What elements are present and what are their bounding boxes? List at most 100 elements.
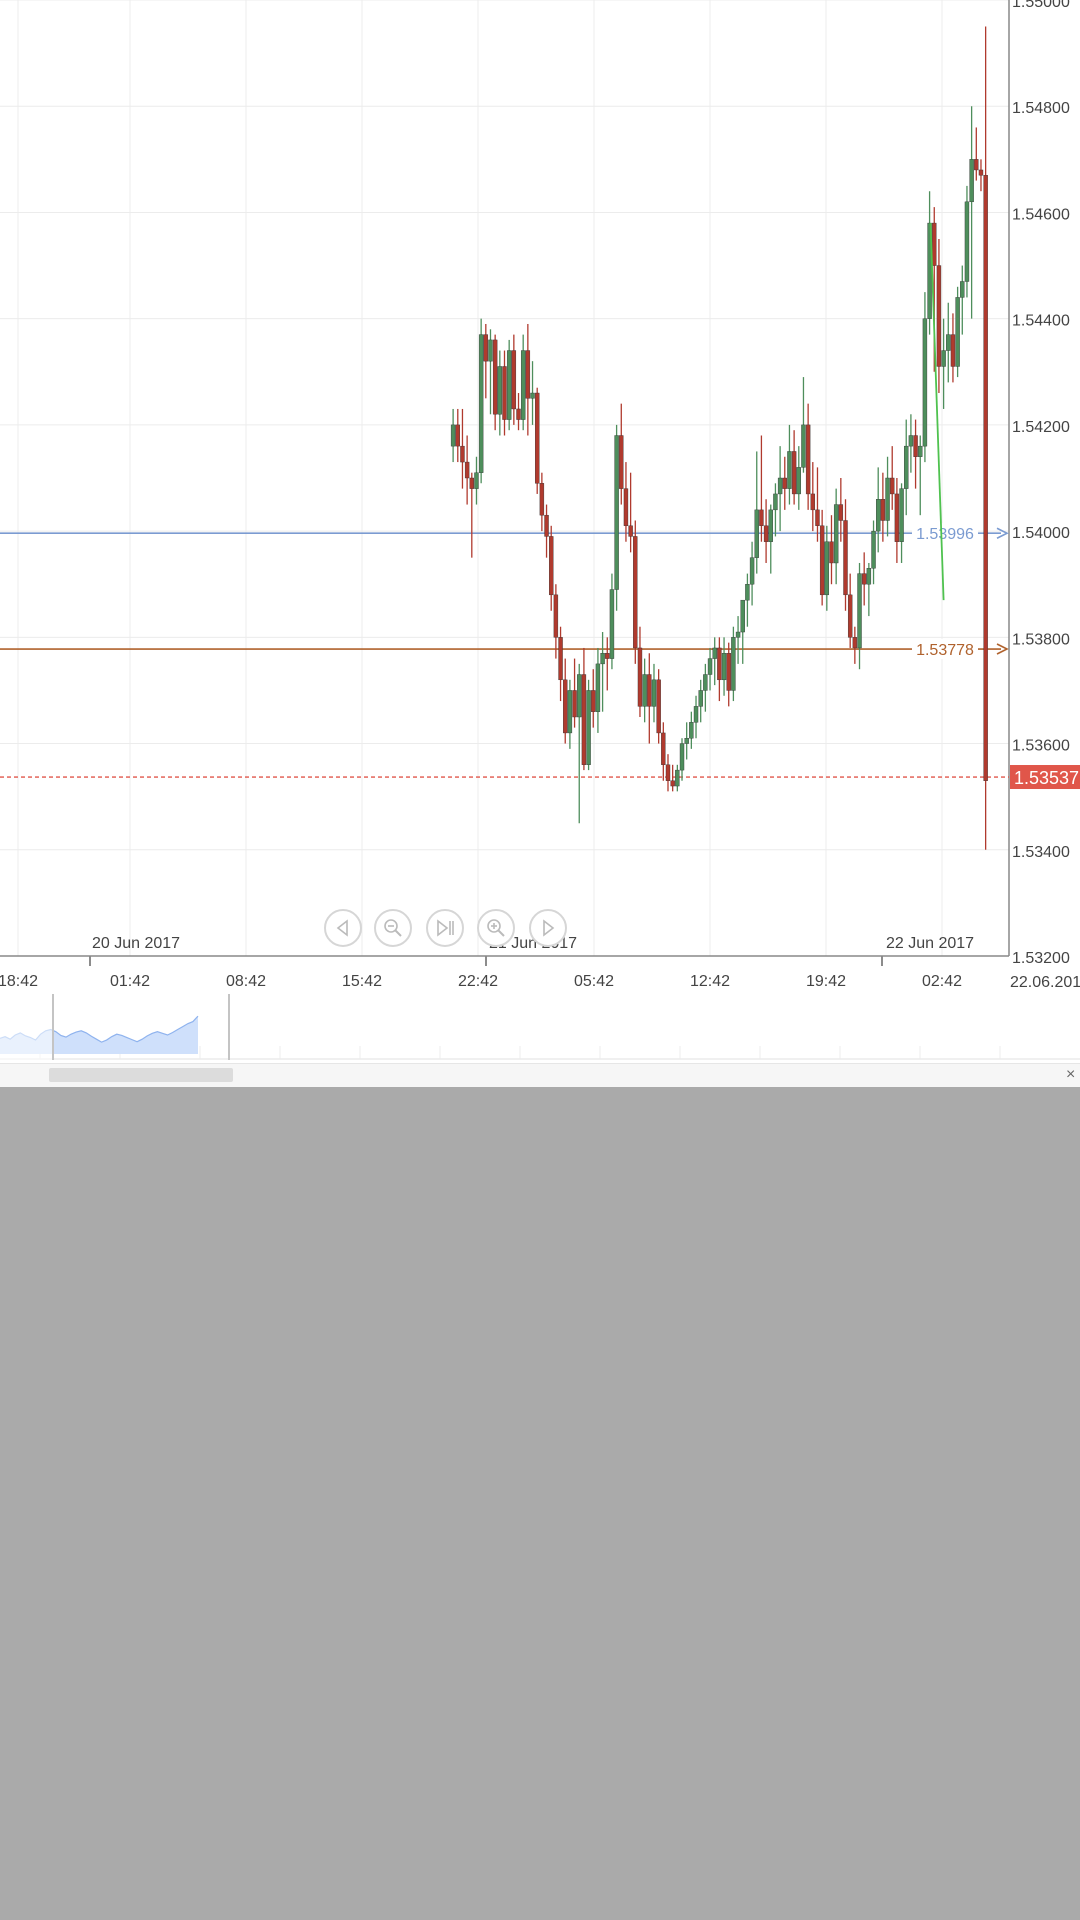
current-price-label: 1.53537 <box>1014 768 1079 788</box>
scroll-right-button[interactable] <box>529 909 567 947</box>
candle-body <box>506 350 512 420</box>
scrollbar-thumb[interactable] <box>49 1068 233 1082</box>
candle-body <box>782 477 787 489</box>
candle-body <box>478 334 484 473</box>
price-tick-label: 1.54600 <box>1012 206 1070 223</box>
candle-body <box>717 647 722 681</box>
candle-body <box>861 573 867 585</box>
price-chart[interactable]: 1.53200 1.53400 1.53600 1.53800 1.54000 1.542… <box>0 0 1080 994</box>
candle-body <box>833 504 839 564</box>
candle-body <box>633 536 638 649</box>
current-date-label: 22.06.2017 <box>1010 974 1080 991</box>
candle-body <box>572 690 577 718</box>
candle-body <box>787 451 792 489</box>
candle-body <box>563 679 568 734</box>
candle-body <box>675 769 680 787</box>
candle-body <box>773 493 778 511</box>
candle-body <box>647 674 652 707</box>
candle-body <box>847 594 853 638</box>
candle-body <box>502 366 507 420</box>
candle-body <box>483 334 489 362</box>
candle-body <box>656 679 661 734</box>
candle-body <box>558 637 563 681</box>
candle-body <box>721 653 727 681</box>
zoom-out-icon <box>384 919 402 937</box>
skip-end-icon <box>437 919 454 937</box>
candle-body <box>530 392 535 399</box>
candle-body <box>796 467 801 495</box>
zoom-in-button[interactable] <box>477 909 515 947</box>
candle-body <box>469 477 475 489</box>
price-tick-label: 1.54400 <box>1012 313 1070 330</box>
candle-body <box>918 445 923 457</box>
candle-body <box>464 461 470 479</box>
candle-body <box>922 318 928 447</box>
candle-body <box>913 435 918 457</box>
candle-body <box>843 520 848 596</box>
price-tick-label: 1.54200 <box>1012 419 1070 436</box>
date-label: 22 Jun 2017 <box>886 935 974 952</box>
triangle-right-icon <box>543 919 555 937</box>
candle-body <box>474 472 479 489</box>
time-tick-label: 12:42 <box>690 973 730 990</box>
candle-body <box>516 408 521 420</box>
candle-body <box>960 281 965 298</box>
candle-body <box>880 499 886 521</box>
scroll-left-button[interactable] <box>324 909 362 947</box>
time-tick-label: 18:42 <box>0 973 38 990</box>
candle-body <box>595 663 601 712</box>
zoom-in-icon <box>487 919 505 937</box>
overview-navigator[interactable] <box>0 994 1080 1060</box>
level-blue-label: 1.53996 <box>916 526 974 543</box>
candle-body <box>908 435 914 447</box>
candle-body <box>614 435 619 590</box>
candle-body <box>791 451 797 495</box>
reset-to-latest-button[interactable] <box>426 909 464 947</box>
price-tick-label: 1.53600 <box>1012 738 1070 755</box>
app-root: 1.53200 1.53400 1.53600 1.53800 1.54000 1.542… <box>0 0 1080 1920</box>
candle-body <box>801 424 806 468</box>
time-tick-label: 01:42 <box>110 973 150 990</box>
candle-body <box>684 738 689 744</box>
candle-body <box>707 658 713 675</box>
horizontal-scrollbar[interactable]: × <box>0 1063 1080 1087</box>
candle-body <box>712 647 717 659</box>
candle-body <box>950 334 956 367</box>
candle-body <box>460 445 465 463</box>
candle-body <box>567 690 573 734</box>
candle-body <box>740 599 745 633</box>
close-icon[interactable]: × <box>1066 1064 1080 1086</box>
candle-body <box>586 690 591 766</box>
candle-body <box>857 573 862 649</box>
zoom-out-button[interactable] <box>374 909 412 947</box>
candle-body <box>983 175 988 781</box>
candle-body <box>689 722 694 739</box>
candle-body <box>726 653 731 691</box>
candle-body <box>703 674 708 691</box>
candle-body <box>661 732 666 766</box>
date-label: 20 Jun 2017 <box>92 935 180 952</box>
candle-body <box>805 424 811 495</box>
candle-body <box>605 653 610 659</box>
candle-body <box>815 509 820 527</box>
candle-body <box>936 265 942 367</box>
candle-body <box>810 493 816 511</box>
candle-body <box>731 637 736 691</box>
candle-body <box>866 568 872 585</box>
candle-body <box>735 631 741 638</box>
candle-body <box>628 525 633 537</box>
candle-body <box>969 159 974 203</box>
candle-body <box>450 424 456 447</box>
price-tick-label: 1.53800 <box>1012 631 1070 648</box>
candle-body <box>763 525 769 542</box>
candle-body <box>497 366 503 415</box>
time-tick-label: 02:42 <box>922 973 962 990</box>
candle-body <box>619 435 624 489</box>
candle-body <box>838 504 844 521</box>
candle-body <box>651 679 657 707</box>
chart-panel[interactable]: 1.53200 1.53400 1.53600 1.53800 1.54000 1.542… <box>0 0 1080 1087</box>
price-tick-label: 1.55000 <box>1012 0 1070 11</box>
candle-body <box>885 477 890 521</box>
candle-body <box>749 557 755 585</box>
candle-body <box>852 637 858 649</box>
